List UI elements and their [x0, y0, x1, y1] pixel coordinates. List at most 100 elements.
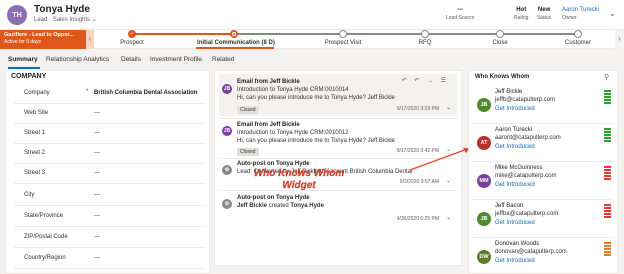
tab-details[interactable]: Details	[121, 56, 141, 63]
owner-label: Owner	[562, 15, 577, 21]
email-icon-title: Email from Jeff Bickle	[237, 122, 300, 128]
wkw-person: DW Donovan Woods donovan@catapulterp.com…	[472, 238, 614, 274]
annotation-label: Who Knows Whom Widget	[245, 168, 353, 192]
timeline-item-post[interactable]: ⚙ Auto-post on Tonya Hyde Jeff Bickle cr…	[219, 194, 457, 224]
header-field-rating[interactable]: Hot Rating	[514, 7, 528, 21]
email-subject: Introduction to Tonya Hyde CRM:0010012	[237, 130, 349, 136]
post-target[interactable]: Tonya Hyde	[290, 203, 324, 209]
chevron-right-icon[interactable]: ›	[615, 30, 624, 49]
field-row-website: Web Site ---	[14, 104, 206, 124]
person-name: Jeff Bickle	[495, 89, 523, 95]
tab-summary[interactable]: Summary	[8, 56, 38, 63]
chevron-left-icon[interactable]: ‹	[86, 30, 94, 49]
stage-label-rfq[interactable]: RFQ	[419, 40, 432, 46]
business-process-bar: Gazifiere - Lead to Oppor... Active for …	[0, 29, 624, 49]
chevron-down-icon[interactable]: ⌄	[446, 177, 451, 184]
person-email: jeffb@catapulterp.com	[495, 97, 556, 103]
active-stage-indicator	[196, 47, 274, 49]
company-section-title: COMPANY	[11, 73, 47, 80]
required-icon: *	[86, 89, 89, 95]
chevron-down-icon[interactable]: ⌄	[92, 17, 97, 23]
person-email: jeffba@catapulterp.com	[495, 211, 559, 217]
header-field-status[interactable]: New Status	[537, 7, 551, 21]
tab-related[interactable]: Related	[212, 56, 234, 63]
field-row-company: Company * British Columbia Dental Associ…	[14, 84, 206, 104]
header-field-owner[interactable]: Aaron Turecki Owner	[562, 7, 599, 21]
chevron-down-icon[interactable]: ⌄	[446, 214, 451, 221]
stage-label-prospect-visit[interactable]: Prospect Visit	[325, 40, 362, 46]
stage-node-rfq[interactable]	[421, 30, 429, 38]
field-value[interactable]: ---	[94, 192, 100, 198]
stage-node-prospect-visit[interactable]	[339, 30, 347, 38]
stage-label-initial-communication[interactable]: Initial Communication (8 D)	[197, 40, 275, 46]
field-label: Street 3	[24, 170, 46, 176]
post-verb: created	[268, 203, 289, 209]
stage-label-prospect[interactable]: Prospect	[120, 40, 144, 46]
field-row-street2: Street 2 ---	[14, 144, 206, 164]
strength-bars	[604, 128, 611, 143]
lead-source-value: ---	[457, 7, 464, 13]
email-actions-icon[interactable]: ↶ ↶ → ☰	[402, 77, 449, 84]
avatar: DW	[477, 250, 491, 264]
avatar: AT	[477, 136, 491, 150]
owner-link[interactable]: Aaron Turecki	[562, 7, 599, 13]
strength-bars	[604, 204, 611, 219]
field-row-state: State/Province ---	[14, 207, 206, 227]
process-flag[interactable]: Gazifiere - Lead to Oppor... Active for …	[0, 30, 86, 49]
get-introduced-link[interactable]: Get Introduced	[495, 144, 535, 150]
wkw-person: MM Mike McGuinness mike@catapulterp.com …	[472, 162, 614, 200]
expand-header-chevron-icon[interactable]: ⌄	[609, 9, 616, 18]
company-value[interactable]: British Columbia Dental Association	[94, 90, 197, 96]
chevron-down-icon[interactable]: ⌄	[446, 146, 451, 153]
field-label: State/Province	[24, 213, 64, 219]
org-chart-icon[interactable]: ⚲	[604, 73, 609, 81]
status-badge: Closed	[237, 106, 259, 114]
form-selector[interactable]: Sales Insights ⌄	[53, 17, 97, 23]
tab-investment-profile[interactable]: Investment Profile	[150, 56, 202, 63]
field-row-country: Country/Region ---	[14, 249, 206, 269]
timeline-item-email[interactable]: JB Email from Jeff Bickle ↶ ↶ → ☰ Introd…	[219, 74, 457, 116]
post-actor[interactable]: Jeff Bickle	[237, 203, 267, 209]
subtitle-separator: ·	[49, 17, 52, 23]
field-value[interactable]: ---	[94, 170, 100, 176]
chevron-down-icon[interactable]: ⌄	[446, 104, 451, 111]
person-name: Mike McGuinness	[495, 165, 543, 171]
stage-label-close[interactable]: Close	[492, 40, 507, 46]
process-track-completed	[132, 33, 234, 35]
get-introduced-link[interactable]: Get Introduced	[495, 182, 535, 188]
field-row-zip: ZIP/Postal Code ---	[14, 228, 206, 248]
field-value[interactable]: ---	[94, 150, 100, 156]
timestamp: 4/30/2020 5:25 PM	[396, 216, 439, 222]
field-label: Street 1	[24, 130, 46, 136]
avatar: JB	[222, 84, 232, 94]
field-row-street3: Street 3 ---	[14, 164, 206, 184]
record-subtitle: Lead · Sales Insights ⌄	[34, 16, 97, 23]
header-field-lead-source[interactable]: --- Lead Source	[446, 7, 474, 21]
annotation-line2: Widget	[282, 180, 316, 191]
strength-bars	[604, 242, 611, 257]
stage-node-prospect[interactable]: ✓	[128, 30, 136, 38]
process-duration: Active for 8 days	[4, 39, 41, 45]
stage-node-customer[interactable]	[574, 30, 582, 38]
tab-relationship-analytics[interactable]: Relationship Analytics	[46, 56, 109, 63]
timeline-item-email[interactable]: JB Email from Jeff Bickle Introduction t…	[219, 120, 457, 158]
get-introduced-link[interactable]: Get Introduced	[495, 258, 535, 264]
field-value[interactable]: ---	[94, 234, 100, 240]
person-email: donovan@catapulterp.com	[495, 249, 567, 255]
record-title: Tonya Hyde	[34, 4, 90, 15]
field-value[interactable]: ---	[94, 213, 100, 219]
field-value[interactable]: ---	[94, 110, 100, 116]
get-introduced-link[interactable]: Get Introduced	[495, 106, 535, 112]
field-label: City	[24, 192, 35, 198]
field-value[interactable]: ---	[94, 255, 100, 261]
get-introduced-link[interactable]: Get Introduced	[495, 220, 535, 226]
field-row-street1: Street 1 ---	[14, 124, 206, 144]
stage-label-customer[interactable]: Customer	[565, 40, 591, 46]
stage-node-initial-communication[interactable]	[230, 30, 238, 38]
post-title: Auto-post on Tonya Hyde	[237, 161, 310, 167]
stage-node-close[interactable]	[496, 30, 504, 38]
record-avatar: TH	[7, 5, 27, 25]
form-name[interactable]: Sales Insights	[53, 17, 90, 23]
person-name: Aaron Turecki	[495, 127, 533, 133]
field-value[interactable]: ---	[94, 130, 100, 136]
